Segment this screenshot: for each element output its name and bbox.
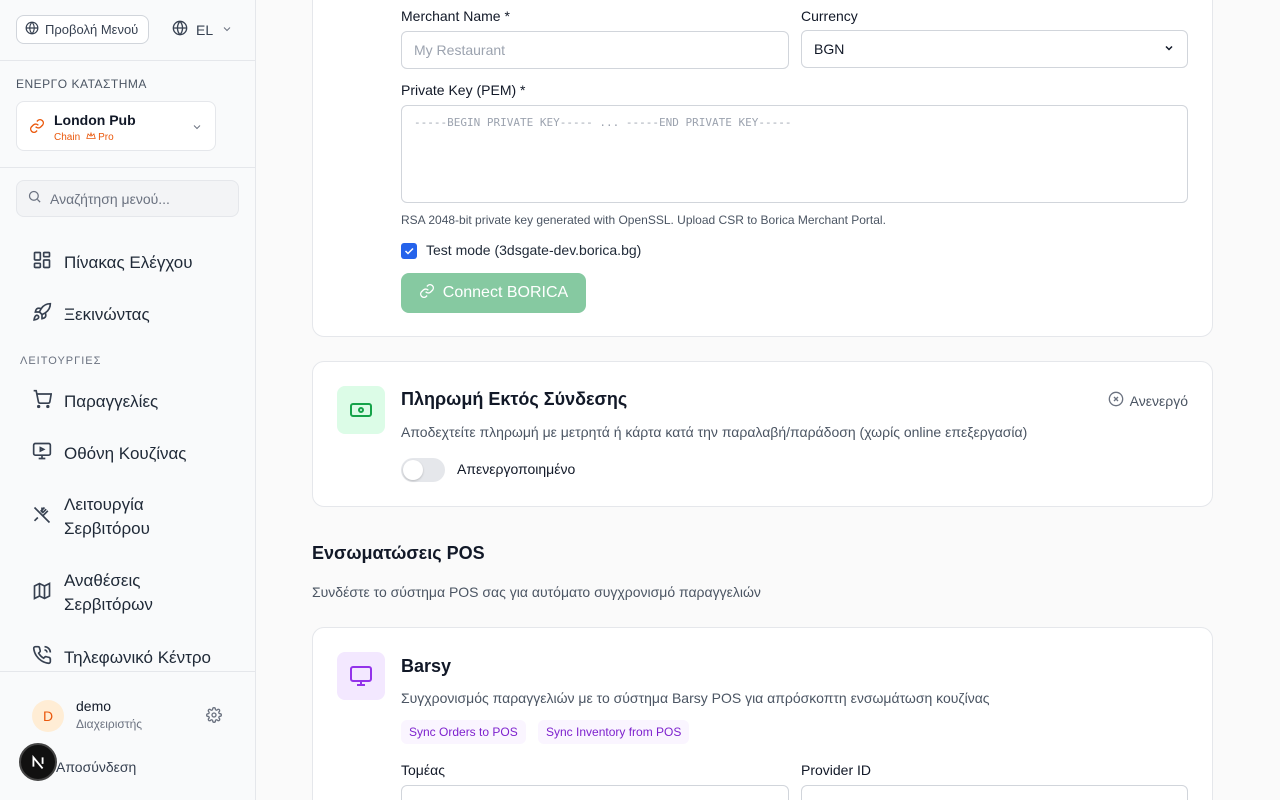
offline-payment-card: Πληρωμή Εκτός Σύνδεσης Ανενεργό Αποδεχτε…	[312, 361, 1213, 507]
sidebar-item-label: Λειτουργία Σερβιτόρου	[64, 493, 150, 541]
store-name: London Pub	[54, 112, 136, 128]
search-icon	[27, 189, 42, 209]
pos-section-title: Ενσωματώσεις POS	[312, 543, 485, 563]
main-content: Merchant Name * Currency BGN Private Key…	[256, 0, 1280, 800]
provider-id-label: Provider ID	[801, 762, 872, 778]
barsy-card: Barsy Συγχρονισμός παραγγελιών με το σύσ…	[312, 627, 1213, 800]
active-store-label: ΕΝΕΡΓΟ ΚΑΤΑΣΤΗΜΑ	[16, 77, 147, 91]
cart-icon	[32, 389, 53, 414]
sidebar-item-label: Τηλεφωνικό Κέντρο	[64, 647, 211, 667]
avatar: D	[32, 700, 64, 732]
offline-payment-title: Πληρωμή Εκτός Σύνδεσης	[401, 389, 628, 409]
merchant-name-label: Merchant Name *	[401, 8, 510, 24]
sidebar-item-waiter-mode[interactable]: Λειτουργία Σερβιτόρου	[32, 493, 150, 541]
toggle-knob	[403, 460, 423, 480]
currency-select[interactable]: BGN	[801, 30, 1188, 68]
globe-icon	[25, 21, 39, 38]
chevron-down-icon	[221, 22, 233, 38]
dashboard-icon	[32, 250, 52, 275]
sidebar-item-label: Αναθέσεις Σερβιτόρων	[64, 569, 153, 617]
sector-label: Τομέας	[401, 762, 445, 778]
barsy-description: Συγχρονισμός παραγγελιών με το σύστημα B…	[401, 690, 990, 706]
sidebar-item-dashboard[interactable]: Πίνακας Ελέγχου	[32, 250, 193, 275]
merchant-name-input[interactable]	[401, 31, 789, 69]
sidebar-item-call-center[interactable]: Τηλεφωνικό Κέντρο	[32, 645, 211, 670]
sidebar-item-orders[interactable]: Παραγγελίες	[32, 389, 158, 414]
phone-icon	[32, 645, 52, 670]
user-role: Διαχειριστής	[76, 717, 143, 731]
status-text: Ανενεργό	[1129, 392, 1188, 409]
chevron-down-icon	[1163, 41, 1175, 57]
crown-icon	[86, 131, 96, 144]
store-selector[interactable]: London Pub Chain Pro	[16, 101, 216, 151]
private-key-label: Private Key (PEM) *	[401, 82, 526, 98]
sidebar-item-label: Ξεκινώντας	[64, 304, 150, 324]
feature-tag: Sync Inventory from POS	[538, 720, 690, 744]
borica-card: Merchant Name * Currency BGN Private Key…	[312, 0, 1213, 337]
monitor-icon	[337, 652, 385, 700]
test-mode-label: Test mode (3dsgate-dev.borica.bg)	[426, 242, 642, 258]
barsy-title: Barsy	[401, 656, 452, 676]
menu-view-label: Προβολή Μενού	[45, 22, 139, 37]
private-key-textarea[interactable]	[401, 105, 1188, 203]
status-badge: Ανενεργό	[1108, 391, 1188, 410]
sidebar-item-label-line2: Σερβιτόρων	[64, 595, 153, 614]
next-devtools-badge[interactable]	[19, 743, 57, 781]
active-store-section: ΕΝΕΡΓΟ ΚΑΤΑΣΤΗΜΑ London Pub Chain Pro	[0, 61, 255, 168]
logout-button[interactable]: Αποσύνδεση	[56, 759, 136, 775]
sidebar-item-label-line1: Λειτουργία	[64, 495, 144, 514]
sidebar-item-label-line1: Αναθέσεις	[64, 571, 141, 590]
menu-view-button[interactable]: Προβολή Μενού	[16, 15, 150, 44]
currency-label: Currency	[801, 8, 858, 24]
offline-payment-toggle[interactable]	[401, 458, 445, 482]
menu-search	[16, 180, 239, 217]
connect-borica-label: Connect BORICA	[442, 284, 569, 301]
cash-icon	[337, 386, 385, 434]
offline-payment-description: Αποδεχτείτε πληρωμή με μετρητά ή κάρτα κ…	[401, 424, 1028, 440]
language-selector[interactable]: EL	[172, 20, 233, 39]
n-logo-icon	[32, 754, 44, 770]
sidebar-item-label-line2: Σερβιτόρου	[64, 519, 150, 538]
sidebar-item-label: Οθόνη Κουζίνας	[64, 443, 187, 463]
rocket-icon	[32, 302, 52, 327]
offline-payment-toggle-label: Απενεργοποιημένο	[457, 461, 576, 477]
feature-tag: Sync Orders to POS	[401, 720, 526, 744]
sidebar: Προβολή Μενού EL ΕΝΕΡΓΟ ΚΑΤΑΣΤΗΜΑ London…	[0, 0, 256, 800]
menu-search-input[interactable]	[50, 190, 230, 207]
store-meta: Chain Pro	[54, 131, 114, 144]
sector-input[interactable]	[401, 785, 789, 800]
store-plan: Pro	[98, 132, 114, 143]
sidebar-item-label: Παραγγελίες	[64, 391, 159, 411]
pos-section-description: Συνδέστε το σύστημα POS σας για αυτόματο…	[312, 584, 761, 600]
sidebar-item-kitchen-display[interactable]: Οθόνη Κουζίνας	[32, 441, 187, 466]
sidebar-top-bar: Προβολή Μενού EL	[0, 0, 255, 61]
link-icon	[29, 118, 45, 139]
sidebar-item-waiter-assignments[interactable]: Αναθέσεις Σερβιτόρων	[32, 569, 153, 617]
utensils-icon	[32, 505, 52, 530]
x-circle-icon	[1108, 391, 1124, 410]
gear-icon[interactable]	[206, 707, 222, 728]
provider-id-input[interactable]	[801, 785, 1188, 800]
sidebar-section-label: ΛΕΙΤΟΥΡΓΙΕΣ	[20, 355, 102, 367]
sidebar-item-getting-started[interactable]: Ξεκινώντας	[32, 302, 150, 327]
store-type: Chain	[54, 132, 81, 143]
private-key-hint: RSA 2048-bit private key generated with …	[401, 213, 886, 227]
test-mode-checkbox[interactable]	[401, 243, 417, 259]
globe-icon	[172, 20, 188, 39]
language-code: EL	[196, 21, 214, 38]
sidebar-item-label: Πίνακας Ελέγχου	[64, 252, 193, 272]
link-icon	[419, 283, 435, 304]
currency-value: BGN	[814, 41, 845, 57]
check-icon	[404, 247, 414, 255]
user-name: demo	[76, 698, 112, 714]
chevron-down-icon	[191, 120, 203, 138]
monitor-icon	[32, 441, 52, 466]
map-icon	[32, 581, 52, 606]
connect-borica-button[interactable]: Connect BORICA	[401, 273, 586, 313]
